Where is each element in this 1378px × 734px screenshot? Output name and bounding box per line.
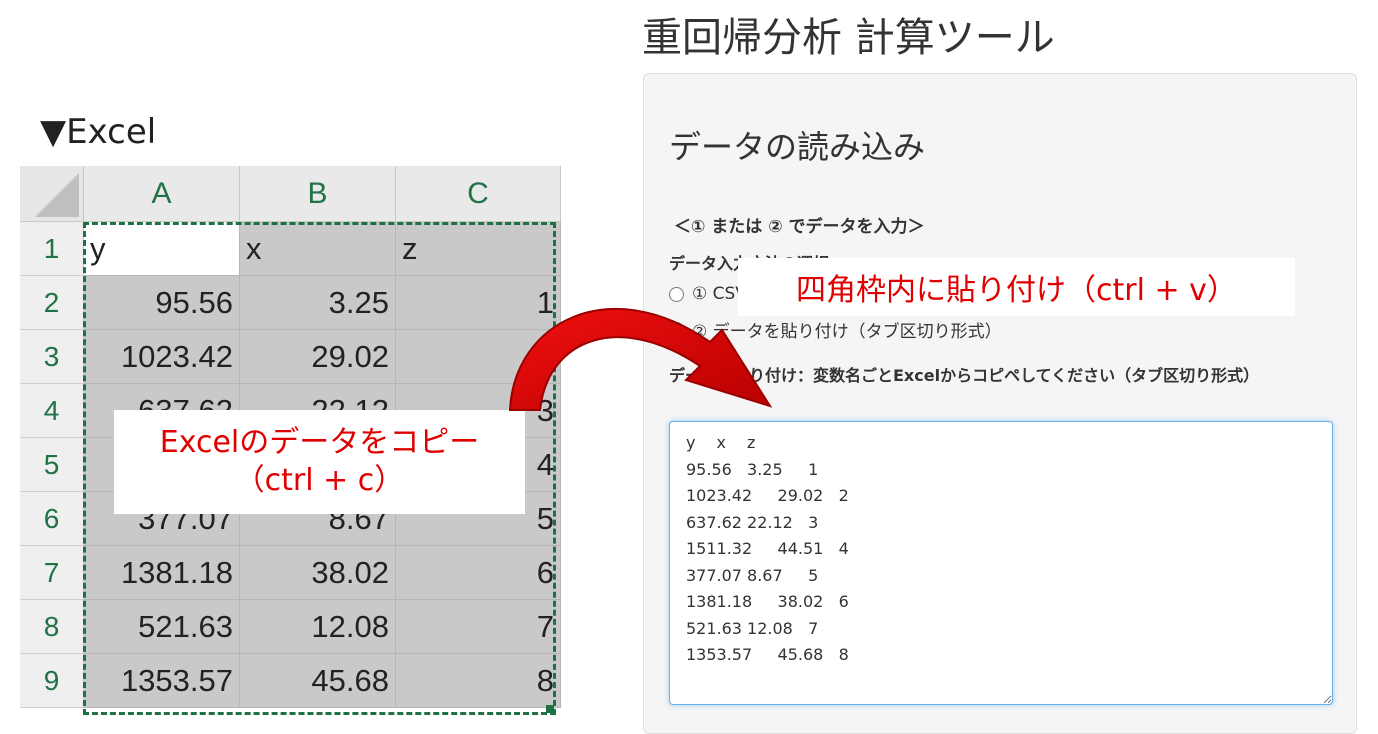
radio-label-paste: ② データを貼り付け（タブ区切り形式） bbox=[692, 322, 1002, 342]
cell-b1[interactable]: x bbox=[240, 222, 396, 276]
cell-c8[interactable]: 7 bbox=[396, 600, 561, 654]
tool-title: 重回帰分析 計算ツール bbox=[642, 15, 1055, 61]
cell-a3[interactable]: 1023.42 bbox=[84, 330, 240, 384]
cell-c7[interactable]: 6 bbox=[396, 546, 561, 600]
cell-b2[interactable]: 3.25 bbox=[240, 276, 396, 330]
column-header-a[interactable]: A bbox=[84, 166, 240, 222]
cell-a1[interactable]: y bbox=[84, 222, 240, 276]
panel-heading: データの読み込み bbox=[669, 128, 926, 166]
row-header[interactable]: 1 bbox=[20, 222, 84, 276]
column-header-b[interactable]: B bbox=[240, 166, 396, 222]
cell-c1[interactable]: z bbox=[396, 222, 561, 276]
row-header[interactable]: 6 bbox=[20, 492, 84, 546]
radio-option-csv[interactable]: ① CSV bbox=[669, 284, 747, 304]
radio-button-csv[interactable] bbox=[669, 286, 684, 302]
radio-button-paste[interactable] bbox=[669, 322, 684, 337]
data-paste-textarea[interactable] bbox=[669, 421, 1333, 705]
cell-b8[interactable]: 12.08 bbox=[240, 600, 396, 654]
row-header[interactable]: 3 bbox=[20, 330, 84, 384]
copy-instruction-line1: Excelのデータをコピー bbox=[159, 425, 480, 460]
column-header-c[interactable]: C bbox=[396, 166, 561, 222]
cell-b3[interactable]: 29.02 bbox=[240, 330, 396, 384]
paste-field-label: データを貼り付け：変数名ごとExcelからコピペしてください（タブ区切り形式） bbox=[669, 366, 1260, 385]
excel-heading: ▼Excel bbox=[40, 112, 157, 152]
radio-option-paste[interactable]: ② データを貼り付け（タブ区切り形式） bbox=[669, 317, 1002, 342]
row-header[interactable]: 5 bbox=[20, 438, 84, 492]
select-all-corner[interactable] bbox=[20, 166, 84, 222]
cell-a9[interactable]: 1353.57 bbox=[84, 654, 240, 708]
paste-instruction-callout: 四角枠内に貼り付け（ctrl + v） bbox=[738, 258, 1295, 316]
fill-handle[interactable] bbox=[546, 705, 554, 713]
row-header[interactable]: 7 bbox=[20, 546, 84, 600]
cell-b9[interactable]: 45.68 bbox=[240, 654, 396, 708]
cell-a8[interactable]: 521.63 bbox=[84, 600, 240, 654]
copy-instruction-callout: Excelのデータをコピー （ctrl + c） bbox=[114, 410, 525, 514]
row-header[interactable]: 9 bbox=[20, 654, 84, 708]
row-header[interactable]: 8 bbox=[20, 600, 84, 654]
cell-b7[interactable]: 38.02 bbox=[240, 546, 396, 600]
cell-c2[interactable]: 1 bbox=[396, 276, 561, 330]
cell-a7[interactable]: 1381.18 bbox=[84, 546, 240, 600]
row-header[interactable]: 2 bbox=[20, 276, 84, 330]
input-instructions: ＜① または ② でデータを入力＞ bbox=[674, 217, 925, 237]
copy-instruction-line2: （ctrl + c） bbox=[234, 463, 405, 498]
cell-c3[interactable] bbox=[396, 330, 561, 384]
cell-a2[interactable]: 95.56 bbox=[84, 276, 240, 330]
data-input-panel: データの読み込み ＜① または ② でデータを入力＞ データ入力方法の選択 ① … bbox=[643, 73, 1357, 734]
cell-c9[interactable]: 8 bbox=[396, 654, 561, 708]
row-header[interactable]: 4 bbox=[20, 384, 84, 438]
